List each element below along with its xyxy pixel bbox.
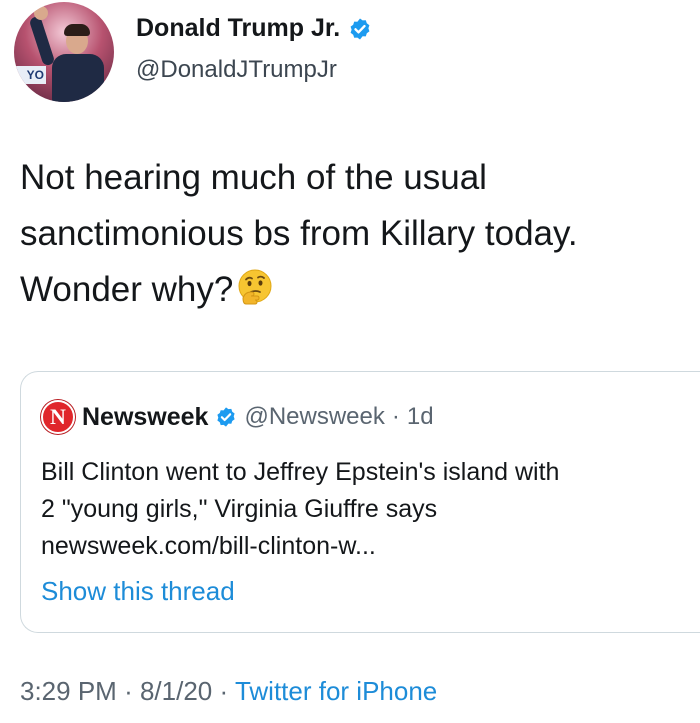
avatar-hand [34, 6, 48, 20]
author-name-row: Donald Trump Jr. [136, 14, 372, 43]
tweet-text-line: sanctimonious bs from Killary today. [20, 214, 578, 253]
quoted-link[interactable]: newsweek.com/bill-clinton-w... [41, 528, 700, 565]
quoted-age[interactable]: 1d [407, 403, 434, 431]
quoted-author-handle[interactable]: @Newsweek [244, 403, 384, 431]
tweet: YO Donald Trump Jr. @DonaldJTrumpJr Not … [0, 0, 700, 723]
thinking-face-icon [238, 269, 272, 305]
quoted-tweet-text: Bill Clinton went to Jeffrey Epstein's i… [41, 454, 700, 565]
tweet-time[interactable]: 3:29 PM [20, 676, 117, 706]
avatar-hair [64, 24, 90, 36]
quoted-tweet-header: N Newsweek @Newsweek · 1d [41, 400, 434, 434]
author-display-name[interactable]: Donald Trump Jr. [136, 14, 340, 43]
quoted-separator: · [391, 403, 400, 430]
avatar-body [52, 54, 104, 102]
show-thread-link[interactable]: Show this thread [41, 576, 235, 607]
quoted-tweet-card[interactable]: N Newsweek @Newsweek · 1d Bill Clinton w… [20, 371, 700, 633]
metadata-separator: · [124, 676, 133, 706]
avatar-stage-text: YO [14, 66, 46, 84]
tweet-text-line: Not hearing much of the usual [20, 158, 487, 197]
author-handle[interactable]: @DonaldJTrumpJr [136, 56, 337, 84]
tweet-source-link[interactable]: Twitter for iPhone [235, 676, 437, 706]
tweet-text-line-last: Wonder why? [20, 262, 680, 318]
tweet-date[interactable]: 8/1/20 [140, 676, 212, 706]
verified-badge-icon [217, 407, 236, 427]
tweet-text-line: Wonder why? [20, 270, 234, 309]
quoted-author-name[interactable]: Newsweek [82, 403, 208, 432]
newsweek-logo-icon: N [41, 400, 75, 434]
tweet-metadata: 3:29 PM · 8/1/20 · Twitter for iPhone [20, 676, 437, 707]
avatar-arm [28, 15, 56, 67]
tweet-text: Not hearing much of the usual sanctimoni… [20, 150, 680, 318]
verified-badge-icon [350, 18, 370, 39]
author-avatar[interactable]: YO [14, 2, 114, 102]
metadata-separator: · [219, 676, 229, 706]
quoted-text-line: Bill Clinton went to Jeffrey Epstein's i… [41, 458, 560, 486]
quoted-text-line: 2 "young girls," Virginia Giuffre says [41, 495, 438, 523]
